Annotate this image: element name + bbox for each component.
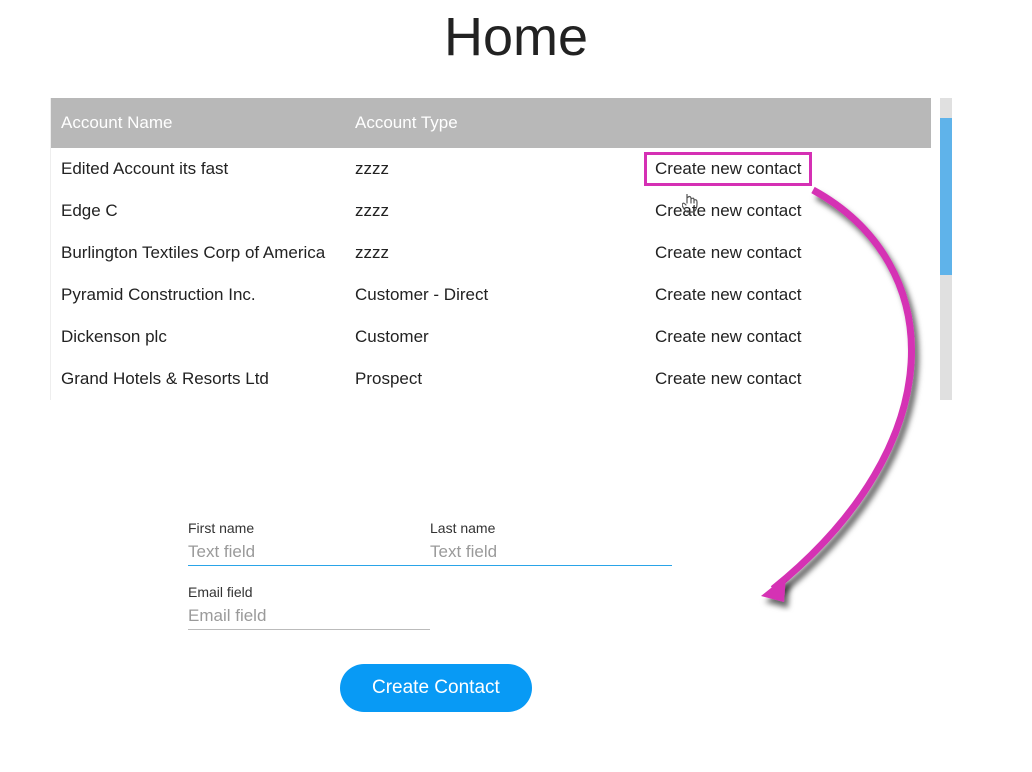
cell-action: Create new contact bbox=[639, 274, 931, 316]
cell-account-type: Customer bbox=[345, 316, 639, 358]
cell-account-name: Pyramid Construction Inc. bbox=[51, 274, 345, 316]
first-name-field-wrap: First name bbox=[188, 520, 430, 566]
col-header-type: Account Type bbox=[345, 98, 639, 148]
accounts-table: Account Name Account Type Edited Account… bbox=[51, 98, 931, 400]
col-header-action bbox=[639, 98, 931, 148]
table-scrollbar[interactable] bbox=[940, 98, 952, 400]
cell-action: Create new contact bbox=[639, 232, 931, 274]
create-contact-button[interactable]: Create Contact bbox=[340, 664, 532, 712]
email-input[interactable] bbox=[188, 602, 430, 630]
table-row: Edited Account its fastzzzz Create new co… bbox=[51, 148, 931, 190]
cell-account-name: Edge C bbox=[51, 190, 345, 232]
cell-action: Create new contact bbox=[639, 316, 931, 358]
create-new-contact-link[interactable]: Create new contact bbox=[649, 367, 807, 391]
cell-account-type: Customer - Direct bbox=[345, 274, 639, 316]
table-row: Grand Hotels & Resorts LtdProspect Create… bbox=[51, 358, 931, 400]
create-new-contact-link[interactable]: Create new contact bbox=[649, 241, 807, 265]
create-contact-form: First name Last name Email field Create … bbox=[188, 520, 688, 712]
table-row: Edge Czzzz Create new contact bbox=[51, 190, 931, 232]
cell-action: Create new contact bbox=[639, 358, 931, 400]
cell-action: Create new contact bbox=[639, 190, 931, 232]
table-row: Dickenson plcCustomer Create new contact bbox=[51, 316, 931, 358]
cell-account-name: Dickenson plc bbox=[51, 316, 345, 358]
create-new-contact-link[interactable]: Create new contact bbox=[649, 157, 807, 181]
first-name-input[interactable] bbox=[188, 538, 430, 566]
last-name-field-wrap: Last name bbox=[430, 520, 672, 566]
table-row: Pyramid Construction Inc.Customer - Dire… bbox=[51, 274, 931, 316]
cell-account-type: Prospect bbox=[345, 358, 639, 400]
col-header-name: Account Name bbox=[51, 98, 345, 148]
cell-action: Create new contact bbox=[639, 148, 931, 190]
last-name-input[interactable] bbox=[430, 538, 672, 566]
cell-account-type: zzzz bbox=[345, 190, 639, 232]
create-new-contact-link[interactable]: Create new contact bbox=[649, 283, 807, 307]
page-title: Home bbox=[0, 6, 1032, 68]
create-new-contact-link[interactable]: Create new contact bbox=[649, 325, 807, 349]
email-field-wrap: Email field bbox=[188, 584, 430, 630]
table-row: Burlington Textiles Corp of Americazzzz C… bbox=[51, 232, 931, 274]
cell-account-name: Grand Hotels & Resorts Ltd bbox=[51, 358, 345, 400]
cell-account-name: Edited Account its fast bbox=[51, 148, 345, 190]
first-name-label: First name bbox=[188, 520, 430, 536]
cell-account-type: zzzz bbox=[345, 232, 639, 274]
scrollbar-thumb[interactable] bbox=[940, 118, 952, 275]
create-new-contact-link[interactable]: Create new contact bbox=[649, 199, 807, 223]
accounts-table-container: Account Name Account Type Edited Account… bbox=[50, 98, 940, 400]
cell-account-type: zzzz bbox=[345, 148, 639, 190]
last-name-label: Last name bbox=[430, 520, 672, 536]
cell-account-name: Burlington Textiles Corp of America bbox=[51, 232, 345, 274]
email-label: Email field bbox=[188, 584, 430, 600]
